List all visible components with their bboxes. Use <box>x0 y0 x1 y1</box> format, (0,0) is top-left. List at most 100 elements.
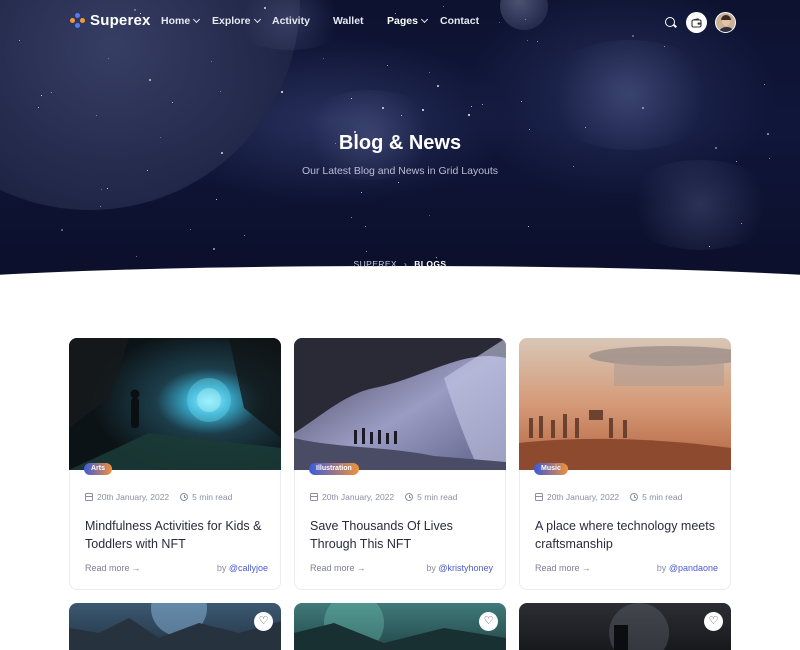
chevron-down-icon <box>420 15 428 24</box>
breadcrumb: SUPEREX › BLOGS <box>0 259 800 269</box>
blog-card[interactable]: Arts 20th January, 2022 5 min read Mindf… <box>69 338 281 590</box>
star <box>382 107 384 109</box>
author-link[interactable]: @pandaone <box>669 563 718 573</box>
nav-pages[interactable]: Pages <box>387 15 440 27</box>
blog-card-image[interactable]: ♡ <box>69 603 281 650</box>
like-button[interactable]: ♡ <box>704 612 723 631</box>
post-title[interactable]: Save Thousands Of Lives Through This NFT <box>310 517 495 553</box>
read-more-label: Read more <box>310 563 355 573</box>
star <box>51 92 52 93</box>
page-title: Blog & News <box>338 132 462 154</box>
star <box>398 182 399 183</box>
nav-contact-label: Contact <box>440 15 480 27</box>
top-navbar: Superex Home Explore Activity Wallet Pag… <box>0 0 800 44</box>
blog-card-image[interactable]: ♡ <box>294 603 506 650</box>
star <box>190 229 191 230</box>
blog-card-image[interactable] <box>69 338 281 470</box>
nav-explore[interactable]: Explore <box>212 15 272 27</box>
star <box>361 192 362 193</box>
star <box>401 115 402 116</box>
category-badge[interactable]: Arts <box>84 463 113 475</box>
star <box>351 217 352 218</box>
nav-pages-label: Pages <box>387 15 418 27</box>
category-badge[interactable]: Music <box>534 463 568 475</box>
nav-activity[interactable]: Activity <box>272 15 333 27</box>
star <box>471 106 472 107</box>
star <box>244 235 245 236</box>
like-button[interactable]: ♡ <box>479 612 498 631</box>
star <box>351 98 352 99</box>
breadcrumb-separator: › <box>403 259 408 269</box>
read-more-label: Read more <box>85 563 130 573</box>
star <box>769 158 770 159</box>
star <box>436 257 437 258</box>
blog-card-image[interactable]: ♡ <box>519 603 731 650</box>
star <box>323 58 324 59</box>
nav-actions <box>664 12 736 33</box>
brand-logo[interactable]: Superex <box>70 12 151 29</box>
calendar-icon <box>310 493 318 501</box>
user-avatar[interactable] <box>715 12 736 33</box>
chevron-down-icon <box>193 15 201 24</box>
nav-home-label: Home <box>161 15 191 27</box>
author-prefix: by <box>656 563 667 573</box>
arrow-right-icon: → <box>581 563 591 573</box>
star <box>38 107 39 108</box>
nav-explore-label: Explore <box>212 15 251 27</box>
star <box>216 199 217 200</box>
calendar-icon <box>85 493 93 501</box>
read-more-link[interactable]: Read more → <box>535 563 591 573</box>
star <box>213 248 215 250</box>
star <box>172 102 173 103</box>
blog-card-image[interactable] <box>294 338 506 470</box>
star <box>281 91 283 93</box>
author-link[interactable]: @kristyhoney <box>438 563 493 573</box>
like-button[interactable]: ♡ <box>254 612 273 631</box>
arrow-right-icon: → <box>356 563 366 573</box>
arrow-right-icon: → <box>131 563 141 573</box>
star <box>387 65 388 66</box>
post-read-time: 5 min read <box>417 492 458 502</box>
heart-icon: ♡ <box>258 615 269 627</box>
star <box>61 229 63 231</box>
main-menu: Home Explore Activity Wallet Pages Conta… <box>161 15 490 27</box>
post-meta: 20th January, 2022 5 min read <box>85 492 232 502</box>
author-prefix: by <box>216 563 227 573</box>
star <box>482 104 483 105</box>
clock-icon <box>405 493 414 501</box>
blog-card-image[interactable] <box>519 338 731 470</box>
nav-activity-label: Activity <box>272 15 310 27</box>
breadcrumb-home[interactable]: SUPEREX <box>354 259 397 269</box>
star <box>41 95 42 96</box>
blog-card[interactable]: Music 20th January, 2022 5 min read A pl… <box>519 338 731 590</box>
wallet-button[interactable] <box>686 12 707 33</box>
post-title[interactable]: A place where technology meets craftsman… <box>535 517 720 553</box>
post-read-time: 5 min read <box>192 492 233 502</box>
breadcrumb-current: BLOGS <box>414 259 447 269</box>
search-icon[interactable] <box>664 16 678 30</box>
star <box>366 251 367 252</box>
author-link[interactable]: @callyjoe <box>229 563 268 573</box>
heart-icon: ♡ <box>708 615 719 627</box>
nav-home[interactable]: Home <box>161 15 212 27</box>
logo-icon <box>70 13 85 28</box>
post-author: by @callyjoe <box>217 563 268 573</box>
star <box>741 223 742 224</box>
star <box>736 161 737 162</box>
post-title[interactable]: Mindfulness Activities for Kids & Toddle… <box>85 517 270 553</box>
star <box>149 79 151 81</box>
read-more-link[interactable]: Read more → <box>310 563 366 573</box>
star <box>437 85 439 87</box>
star <box>108 58 109 59</box>
read-more-link[interactable]: Read more → <box>85 563 141 573</box>
star <box>764 84 765 85</box>
post-meta: 20th January, 2022 5 min read <box>310 492 457 502</box>
star <box>521 101 522 102</box>
star <box>664 46 665 47</box>
nav-contact[interactable]: Contact <box>440 15 490 27</box>
nav-wallet[interactable]: Wallet <box>333 15 387 27</box>
blog-card[interactable]: Illustration 20th January, 2022 5 min re… <box>294 338 506 590</box>
star <box>468 114 470 116</box>
post-author: by @kristyhoney <box>426 563 493 573</box>
category-badge[interactable]: Illustration <box>309 463 359 475</box>
